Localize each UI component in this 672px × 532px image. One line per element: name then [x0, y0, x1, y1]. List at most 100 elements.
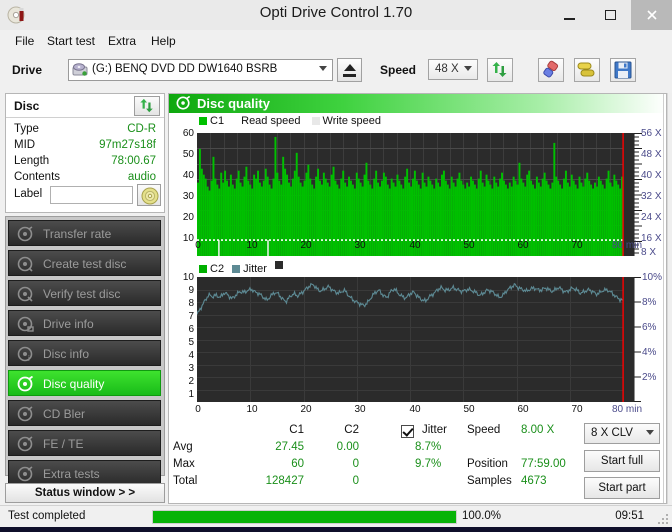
chart1-xtick: 10	[243, 240, 261, 251]
disc-row-label: Contents	[14, 171, 60, 183]
minimize-button[interactable]	[549, 0, 590, 30]
progress-fill	[153, 511, 456, 523]
save-button[interactable]	[610, 58, 636, 82]
chart1-ytick-right: 32 X	[641, 191, 662, 202]
resize-grip[interactable]	[658, 514, 668, 524]
legend-label-c2: C2	[210, 263, 224, 275]
erase-button[interactable]	[538, 58, 564, 82]
sidebar-item-label: FE / TE	[43, 437, 83, 451]
disc-quality-icon	[176, 96, 191, 111]
disc-label-button[interactable]	[137, 184, 161, 206]
stats-c1-max: 60	[249, 458, 304, 470]
chart1-ytick-right: 48 X	[641, 149, 662, 160]
speed-select[interactable]: 48 X	[428, 59, 478, 80]
chart2-xtick: 10	[243, 404, 261, 415]
chart1-ytick-right: 56 X	[641, 128, 662, 139]
status-window-button[interactable]: Status window > >	[5, 483, 165, 503]
chart1-xtick: 30	[351, 240, 369, 251]
disc-refresh-button[interactable]	[134, 96, 160, 116]
chart2-ytick-left: 10	[171, 272, 194, 283]
legend-swatch-marker	[275, 261, 283, 269]
sidebar-item-transfer-rate[interactable]: Transfer rate	[8, 220, 161, 246]
drive-select[interactable]: (G:) BENQ DVD DD DW1640 BSRB	[68, 59, 333, 81]
eject-icon	[344, 64, 356, 71]
sidebar-item-disc-info[interactable]: iDisc info	[8, 340, 161, 366]
sidebar-item-label: Create test disc	[43, 257, 126, 271]
close-button[interactable]	[631, 0, 672, 30]
stats-c2-max: 0	[309, 458, 359, 470]
menu-help[interactable]: Help	[146, 33, 181, 49]
label-input[interactable]	[50, 186, 133, 204]
chart1-xtick: 50	[460, 240, 478, 251]
stats-col-c1: C1	[264, 424, 304, 436]
chart-c2-jitter: C2 Jitter 10 9 8 7 6 5 4 3 2 1	[169, 259, 666, 419]
stats-row-total: Total	[173, 475, 197, 487]
disc-info-icon	[17, 316, 34, 333]
sidebar-item-cd-bler[interactable]: CD Bler	[8, 400, 161, 426]
chart1-x-unit: 80 min	[612, 240, 658, 251]
start-full-button[interactable]: Start full	[584, 450, 660, 472]
bookmark-button[interactable]	[574, 58, 600, 82]
desktop-taskbar-sliver	[0, 527, 672, 532]
title-bar: Opti Drive Control 1.70	[0, 0, 672, 30]
legend-label-write-speed: Write speed	[323, 115, 382, 127]
chart2-ytick-right: 8%	[642, 297, 656, 308]
stats-position-value: 77:59.00	[521, 458, 581, 470]
drive-label: Drive	[12, 63, 42, 77]
sidebar-item-verify-test-disc[interactable]: Verify test disc	[8, 280, 161, 306]
sidebar-item-disc-quality[interactable]: Disc quality	[8, 370, 161, 396]
eject-button[interactable]	[337, 58, 362, 82]
chart1-plot	[197, 133, 634, 256]
chart2-ytick-left: 1	[171, 389, 194, 400]
sidebar-item-label: CD Bler	[43, 407, 85, 421]
stats-samples-label: Samples	[467, 475, 512, 487]
start-part-button[interactable]: Start part	[584, 477, 660, 499]
disc-bler-icon	[17, 406, 34, 423]
stats-speed-value: 8.00 X	[521, 424, 581, 436]
disc-row-label: Length	[14, 155, 49, 167]
disc-quality-icon	[17, 376, 34, 393]
chart2-ytick-left: 3	[171, 363, 194, 374]
panel-header: Disc quality	[169, 94, 666, 113]
sidebar-item-fe-te[interactable]: FE / TE	[8, 430, 161, 456]
stats-position-label: Position	[467, 458, 508, 470]
cd-icon	[141, 187, 159, 205]
label-field-label: Label	[14, 188, 42, 200]
chart1-ytick-left: 50	[171, 149, 194, 160]
sidebar-item-create-test-disc[interactable]: Create test disc	[8, 250, 161, 276]
chart1-xtick: 20	[297, 240, 315, 251]
rescan-button[interactable]	[487, 58, 513, 82]
chart1-legend: C1 Read speed Write speed	[199, 115, 381, 127]
status-message: Test completed	[8, 510, 85, 522]
disc-quality-panel: Disc quality C1 Read speed Write speed 6…	[168, 93, 667, 504]
sidebar-item-label: Verify test disc	[43, 287, 120, 301]
menu-extra[interactable]: Extra	[103, 33, 141, 49]
chart2-xtick: 30	[351, 404, 369, 415]
right-rail	[667, 93, 672, 504]
panel-divider	[663, 94, 664, 503]
menu-file[interactable]: File	[10, 33, 39, 49]
stats-samples-value: 4673	[521, 475, 581, 487]
chart1-xtick: 0	[189, 240, 207, 251]
chart2-x-unit: 80 min	[612, 404, 658, 415]
disc-check-icon	[17, 286, 34, 303]
chart1-ytick-right: 40 X	[641, 170, 662, 181]
jitter-checkbox[interactable]	[401, 425, 414, 438]
chart1-xtick: 70	[568, 240, 586, 251]
chart2-ytick-right: 2%	[642, 372, 656, 383]
chart2-ytick-right: 4%	[642, 347, 656, 358]
disc-fete-icon	[17, 436, 34, 453]
menu-start-test[interactable]: Start test	[42, 33, 100, 49]
maximize-button[interactable]	[590, 0, 631, 30]
stats-c1-avg: 27.45	[249, 441, 304, 453]
chart2-xtick: 60	[514, 404, 532, 415]
chart2-plot	[197, 277, 634, 402]
chart2-xtick: 70	[568, 404, 586, 415]
sidebar-item-drive-info[interactable]: Drive info	[8, 310, 161, 336]
disc-panel-header: Disc	[6, 94, 164, 118]
disc-row-label: MID	[14, 139, 35, 151]
chart2-ytick-left: 2	[171, 376, 194, 387]
chart1-ytick-right: 24 X	[641, 212, 662, 223]
bookmark-icon	[577, 60, 597, 80]
write-mode-select[interactable]: 8 X CLV	[584, 423, 660, 444]
